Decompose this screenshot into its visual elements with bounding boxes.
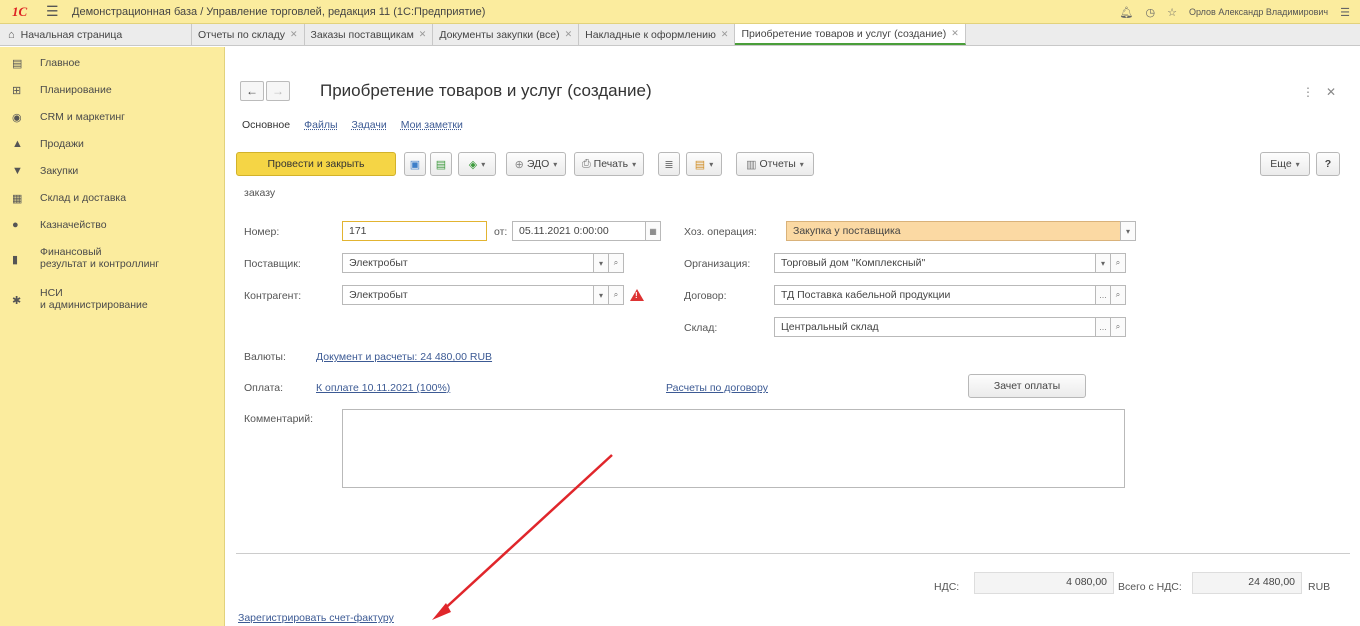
annotation-arrow (432, 454, 613, 620)
